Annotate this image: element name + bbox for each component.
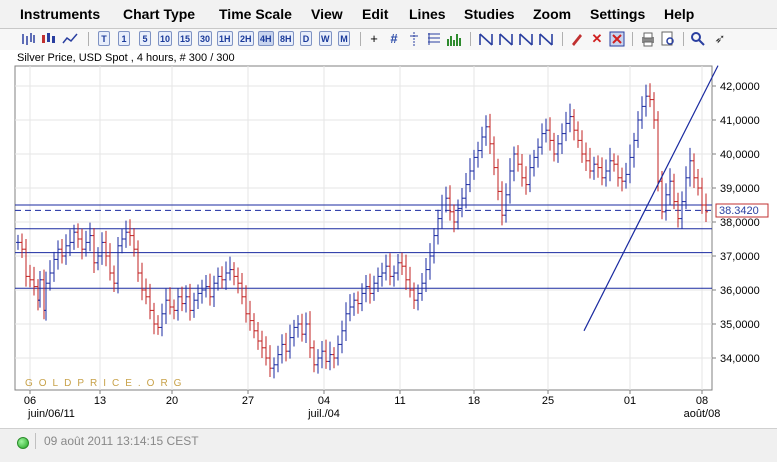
status-timestamp: 09 août 2011 13:14:15 CEST — [44, 434, 199, 448]
y-tick-label: 35,0000 — [720, 319, 760, 331]
y-tick-label: 39,0000 — [720, 183, 760, 195]
price-chart[interactable]: GOLDPRICE.ORG 42,0000 41,0000 40,0000 39,00… — [0, 0, 777, 428]
x-period-label: juil./04 — [307, 408, 340, 420]
y-tick-label: 41,0000 — [720, 115, 760, 127]
x-tick-label: 06 — [24, 395, 36, 407]
x-axis-ticks: 06 13 20 27 04 11 18 25 01 08 juin/06/11 juil./04 ao… — [24, 390, 720, 420]
x-period-label: août/08 — [684, 408, 721, 420]
y-tick-label: 40,0000 — [720, 149, 760, 161]
x-tick-label: 11 — [394, 395, 405, 407]
x-tick-label: 04 — [318, 395, 330, 407]
x-tick-label: 13 — [94, 395, 106, 407]
status-bar: 09 août 2011 13:14:15 CEST — [0, 428, 777, 462]
current-price-marker: 38.3420 — [715, 203, 769, 218]
x-tick-label: 25 — [542, 395, 554, 407]
y-tick-label: 37,0000 — [720, 251, 760, 263]
x-period-label: juin/06/11 — [27, 408, 75, 420]
x-tick-label: 01 — [624, 395, 636, 407]
current-price-label: 38.3420 — [719, 205, 759, 217]
y-tick-label: 42,0000 — [720, 81, 760, 93]
x-tick-label: 18 — [468, 395, 480, 407]
y-tick-label: 36,0000 — [720, 285, 760, 297]
x-tick-label: 20 — [166, 395, 178, 407]
chart-watermark: GOLDPRICE.ORG — [25, 378, 187, 389]
status-divider — [35, 433, 36, 449]
y-tick-label: 34,0000 — [720, 353, 760, 365]
x-tick-label: 08 — [696, 395, 708, 407]
connection-status-icon — [17, 437, 29, 449]
y-tick-label: 38,0000 — [720, 217, 760, 229]
x-tick-label: 27 — [242, 395, 254, 407]
y-axis-ticks: 42,0000 41,0000 40,0000 39,0000 38,0000 37,00… — [712, 81, 760, 365]
chart-plot-area — [14, 65, 713, 391]
